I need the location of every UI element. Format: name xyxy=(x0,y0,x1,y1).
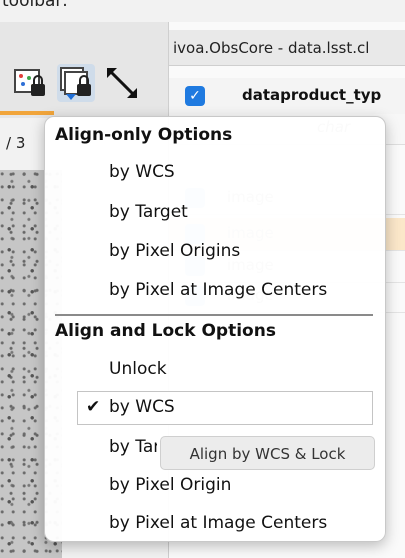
active-tab-indicator xyxy=(0,111,54,115)
lock-layers-icon[interactable] xyxy=(57,64,95,102)
align-lock-menu: Align-only Options by WCS by Target by P… xyxy=(44,116,386,542)
expand-icon[interactable] xyxy=(103,64,141,102)
align-lock-heading: Align and Lock Options xyxy=(55,321,276,341)
table-tab-title[interactable]: ivoa.ObsCore - data.lsst.cl xyxy=(169,30,405,66)
align-only-heading: Align-only Options xyxy=(55,125,233,145)
menu-separator xyxy=(55,314,373,316)
page-counter: / 3 xyxy=(6,134,26,152)
menu-item-align-wcs[interactable]: by WCS xyxy=(109,162,175,182)
menu-item-lock-pixel-centers[interactable]: by Pixel at Image Centers xyxy=(109,513,327,533)
tooltip: Align by WCS & Lock xyxy=(160,436,375,470)
menu-item-lock-pixel-origin[interactable]: by Pixel Origin xyxy=(109,475,231,495)
select-all-checkbox[interactable]: ✓ xyxy=(185,86,205,106)
page-caption: toolbar: xyxy=(2,0,68,11)
menu-item-align-pixel-centers[interactable]: by Pixel at Image Centers xyxy=(109,280,327,300)
menu-item-align-target[interactable]: by Target xyxy=(109,202,188,222)
layers-icon[interactable] xyxy=(11,64,49,102)
menu-item-lock-target[interactable]: by Target xyxy=(109,437,157,457)
checkmark-icon: ✔ xyxy=(86,397,101,417)
menu-item-unlock[interactable]: Unlock xyxy=(109,359,167,379)
menu-item-lock-wcs[interactable]: by WCS xyxy=(109,397,175,417)
menu-item-align-pixel-origins[interactable]: by Pixel Origins xyxy=(109,241,240,261)
column-header-title[interactable]: dataproduct_typ xyxy=(242,86,381,104)
table-header: ✓ dataproduct_typ xyxy=(169,78,405,115)
